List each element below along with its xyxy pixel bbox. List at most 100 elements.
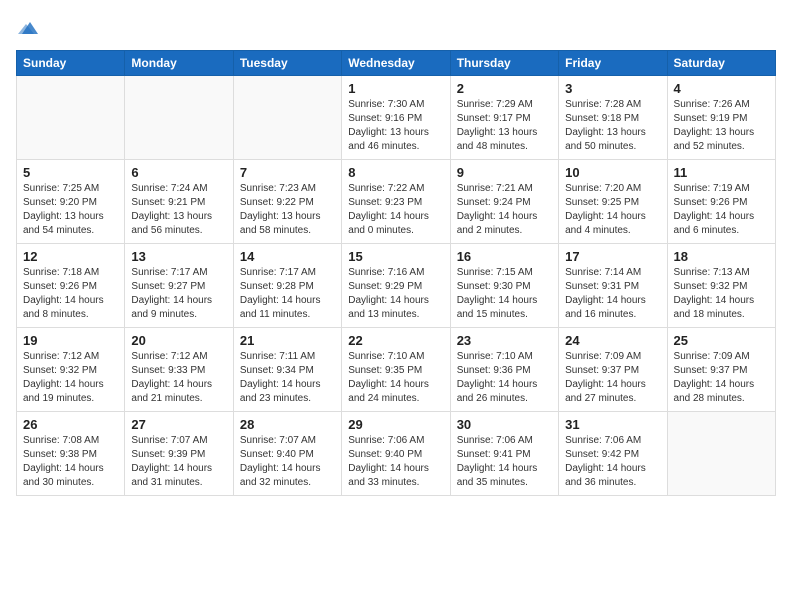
day-info: Sunrise: 7:06 AMSunset: 9:40 PMDaylight:… (348, 434, 443, 490)
calendar-cell (233, 76, 341, 160)
day-info: Sunrise: 7:12 AMSunset: 9:33 PMDaylight:… (131, 350, 226, 406)
calendar-cell: 23 Sunrise: 7:10 AMSunset: 9:36 PMDayligh… (450, 328, 558, 412)
day-number: 6 (131, 165, 226, 180)
day-number: 20 (131, 333, 226, 348)
day-info: Sunrise: 7:30 AMSunset: 9:16 PMDaylight:… (348, 98, 443, 154)
day-number: 13 (131, 249, 226, 264)
weekday-header: Wednesday (342, 51, 450, 76)
day-info: Sunrise: 7:10 AMSunset: 9:36 PMDaylight:… (457, 350, 552, 406)
day-info: Sunrise: 7:17 AMSunset: 9:27 PMDaylight:… (131, 266, 226, 322)
weekday-header: Sunday (17, 51, 125, 76)
day-number: 5 (23, 165, 118, 180)
day-number: 21 (240, 333, 335, 348)
calendar-cell (125, 76, 233, 160)
calendar-cell (17, 76, 125, 160)
day-number: 4 (674, 81, 769, 96)
calendar-cell: 12Sunrise: 7:18 AMSunset: 9:26 PMDayligh… (17, 244, 125, 328)
day-info: Sunrise: 7:28 AMSunset: 9:18 PMDaylight:… (565, 98, 660, 154)
day-number: 23 (457, 333, 552, 348)
calendar-cell: 5 Sunrise: 7:25 AMSunset: 9:20 PMDaylight… (17, 160, 125, 244)
weekday-header: Monday (125, 51, 233, 76)
day-info: Sunrise: 7:06 AMSunset: 9:41 PMDaylight:… (457, 434, 552, 490)
day-info: Sunrise: 7:15 AMSunset: 9:30 PMDaylight:… (457, 266, 552, 322)
calendar-cell: 13 Sunrise: 7:17 AMSunset: 9:27 PMDayligh… (125, 244, 233, 328)
calendar-cell: 28 Sunrise: 7:07 AMSunset: 9:40 PMDayligh… (233, 412, 341, 496)
calendar-cell: 8 Sunrise: 7:22 AMSunset: 9:23 PMDaylight… (342, 160, 450, 244)
calendar-cell: 29 Sunrise: 7:06 AMSunset: 9:40 PMDayligh… (342, 412, 450, 496)
calendar-cell: 16 Sunrise: 7:15 AMSunset: 9:30 PMDayligh… (450, 244, 558, 328)
day-info: Sunrise: 7:19 AMSunset: 9:26 PMDaylight:… (674, 182, 769, 238)
calendar-cell (667, 412, 775, 496)
calendar-week-row: 5 Sunrise: 7:25 AMSunset: 9:20 PMDaylight… (17, 160, 776, 244)
day-number: 31 (565, 417, 660, 432)
calendar-cell: 10 Sunrise: 7:20 AMSunset: 9:25 PMDayligh… (559, 160, 667, 244)
day-info: Sunrise: 7:09 AMSunset: 9:37 PMDaylight:… (674, 350, 769, 406)
day-info: Sunrise: 7:23 AMSunset: 9:22 PMDaylight:… (240, 182, 335, 238)
calendar-cell: 3 Sunrise: 7:28 AMSunset: 9:18 PMDaylight… (559, 76, 667, 160)
day-number: 27 (131, 417, 226, 432)
calendar-cell: 20 Sunrise: 7:12 AMSunset: 9:33 PMDayligh… (125, 328, 233, 412)
day-number: 9 (457, 165, 552, 180)
day-number: 3 (565, 81, 660, 96)
calendar-week-row: 19Sunrise: 7:12 AMSunset: 9:32 PMDayligh… (17, 328, 776, 412)
calendar-cell: 30 Sunrise: 7:06 AMSunset: 9:41 PMDayligh… (450, 412, 558, 496)
calendar-cell: 18 Sunrise: 7:13 AMSunset: 9:32 PMDayligh… (667, 244, 775, 328)
day-number: 12 (23, 249, 118, 264)
calendar-cell: 24Sunrise: 7:09 AMSunset: 9:37 PMDayligh… (559, 328, 667, 412)
day-info: Sunrise: 7:10 AMSunset: 9:35 PMDaylight:… (348, 350, 443, 406)
day-number: 18 (674, 249, 769, 264)
day-info: Sunrise: 7:21 AMSunset: 9:24 PMDaylight:… (457, 182, 552, 238)
weekday-header: Thursday (450, 51, 558, 76)
calendar-week-row: 1 Sunrise: 7:30 AMSunset: 9:16 PMDaylight… (17, 76, 776, 160)
calendar-cell: 11Sunrise: 7:19 AMSunset: 9:26 PMDayligh… (667, 160, 775, 244)
calendar-header-row: SundayMondayTuesdayWednesdayThursdayFrid… (17, 51, 776, 76)
calendar-cell: 31 Sunrise: 7:06 AMSunset: 9:42 PMDayligh… (559, 412, 667, 496)
calendar-cell: 6 Sunrise: 7:24 AMSunset: 9:21 PMDaylight… (125, 160, 233, 244)
calendar-cell: 25 Sunrise: 7:09 AMSunset: 9:37 PMDayligh… (667, 328, 775, 412)
day-number: 25 (674, 333, 769, 348)
calendar-table: SundayMondayTuesdayWednesdayThursdayFrid… (16, 50, 776, 496)
day-number: 17 (565, 249, 660, 264)
day-number: 8 (348, 165, 443, 180)
day-info: Sunrise: 7:13 AMSunset: 9:32 PMDaylight:… (674, 266, 769, 322)
day-number: 16 (457, 249, 552, 264)
calendar-cell: 21 Sunrise: 7:11 AMSunset: 9:34 PMDayligh… (233, 328, 341, 412)
day-number: 7 (240, 165, 335, 180)
day-info: Sunrise: 7:17 AMSunset: 9:28 PMDaylight:… (240, 266, 335, 322)
calendar-cell: 15Sunrise: 7:16 AMSunset: 9:29 PMDayligh… (342, 244, 450, 328)
day-number: 19 (23, 333, 118, 348)
calendar-cell: 9 Sunrise: 7:21 AMSunset: 9:24 PMDaylight… (450, 160, 558, 244)
day-info: Sunrise: 7:29 AMSunset: 9:17 PMDaylight:… (457, 98, 552, 154)
day-info: Sunrise: 7:26 AMSunset: 9:19 PMDaylight:… (674, 98, 769, 154)
day-info: Sunrise: 7:24 AMSunset: 9:21 PMDaylight:… (131, 182, 226, 238)
day-info: Sunrise: 7:11 AMSunset: 9:34 PMDaylight:… (240, 350, 335, 406)
day-number: 14 (240, 249, 335, 264)
day-info: Sunrise: 7:25 AMSunset: 9:20 PMDaylight:… (23, 182, 118, 238)
day-info: Sunrise: 7:07 AMSunset: 9:39 PMDaylight:… (131, 434, 226, 490)
calendar-cell: 1 Sunrise: 7:30 AMSunset: 9:16 PMDaylight… (342, 76, 450, 160)
calendar-cell: 19Sunrise: 7:12 AMSunset: 9:32 PMDayligh… (17, 328, 125, 412)
day-info: Sunrise: 7:16 AMSunset: 9:29 PMDaylight:… (348, 266, 443, 322)
calendar-cell: 2 Sunrise: 7:29 AMSunset: 9:17 PMDaylight… (450, 76, 558, 160)
calendar-cell: 27 Sunrise: 7:07 AMSunset: 9:39 PMDayligh… (125, 412, 233, 496)
day-number: 2 (457, 81, 552, 96)
day-info: Sunrise: 7:09 AMSunset: 9:37 PMDaylight:… (565, 350, 660, 406)
day-number: 1 (348, 81, 443, 96)
day-number: 30 (457, 417, 552, 432)
logo-icon (18, 16, 42, 40)
day-info: Sunrise: 7:07 AMSunset: 9:40 PMDaylight:… (240, 434, 335, 490)
day-info: Sunrise: 7:06 AMSunset: 9:42 PMDaylight:… (565, 434, 660, 490)
weekday-header: Tuesday (233, 51, 341, 76)
day-number: 10 (565, 165, 660, 180)
day-number: 29 (348, 417, 443, 432)
day-number: 28 (240, 417, 335, 432)
day-info: Sunrise: 7:20 AMSunset: 9:25 PMDaylight:… (565, 182, 660, 238)
day-number: 22 (348, 333, 443, 348)
day-info: Sunrise: 7:22 AMSunset: 9:23 PMDaylight:… (348, 182, 443, 238)
calendar-cell: 26 Sunrise: 7:08 AMSunset: 9:38 PMDayligh… (17, 412, 125, 496)
day-info: Sunrise: 7:08 AMSunset: 9:38 PMDaylight:… (23, 434, 118, 490)
day-number: 26 (23, 417, 118, 432)
page-header (16, 16, 776, 40)
calendar-week-row: 12Sunrise: 7:18 AMSunset: 9:26 PMDayligh… (17, 244, 776, 328)
calendar-cell: 22 Sunrise: 7:10 AMSunset: 9:35 PMDayligh… (342, 328, 450, 412)
